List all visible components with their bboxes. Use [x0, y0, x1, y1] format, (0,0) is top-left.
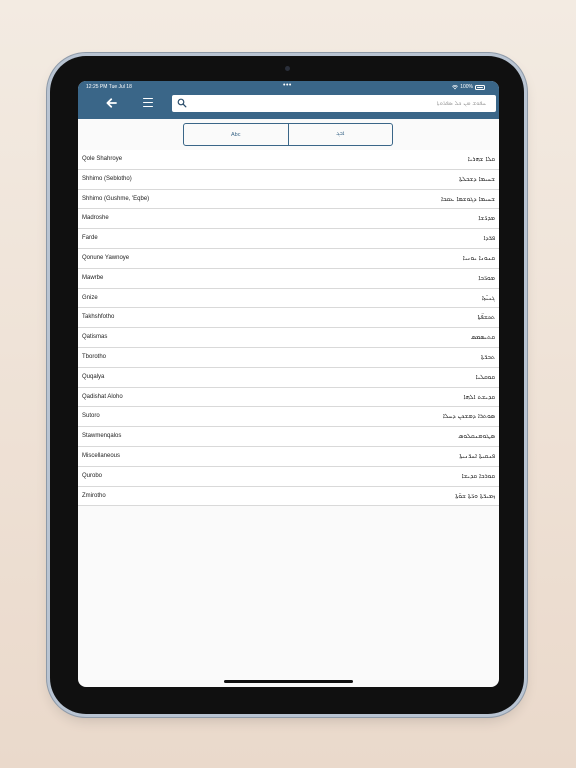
- segment-latin[interactable]: Abc: [184, 124, 288, 145]
- alphabet-toggle: Abc ܐܒܓ: [183, 123, 393, 146]
- list-item-syriac-label: ܩܘܪܒܐ ܩܕܝܫܐ: [461, 471, 495, 480]
- list-item-syriac-label: ܫܚܝܡܐ ܕܓܘܫܡܐ ܥܩܒܐ: [440, 194, 495, 203]
- list-item-english-label: Madroshe: [82, 215, 109, 222]
- list-item-english-label: Qonune Yawnoye: [82, 254, 130, 261]
- list-item-english-label: Shhimo (Seblotho): [82, 175, 132, 182]
- list-item-syriac-label: ܩܘܩܠܝܐ: [475, 372, 495, 381]
- category-list: Qole Shahroye ܩܠܐ ܫܗܪܝܐ Shhimo (Seblotho) ܫ…: [78, 150, 499, 507]
- wifi-icon: [452, 84, 459, 89]
- arrow-left-icon: [106, 98, 117, 108]
- list-item[interactable]: Qadishat Aloho ܩܕܝܫܬ ܐܠܗܐ: [78, 388, 499, 408]
- list-item-english-label: Miscellaneous: [82, 452, 121, 459]
- list-item-english-label: Tborotho: [82, 353, 107, 360]
- list-item-syriac-label: ܫܚܝܡܐ ܕܫܒܠܬܐ: [459, 174, 495, 183]
- list-item-english-label: Gnize: [82, 294, 98, 301]
- home-indicator[interactable]: [224, 680, 353, 683]
- volume-up-button: [524, 108, 528, 138]
- list-item[interactable]: Qole Shahroye ܩܠܐ ܫܗܪܝܐ: [78, 150, 499, 170]
- list-item[interactable]: Qonune Yawnoye ܩܢܘܢܐ ܝܘܢܝܐ: [78, 249, 499, 269]
- app-screen: 12:25 PM Tue Jul 18 ••• 100% ܚܦܘܫ ܡܢ ܟܠ …: [78, 81, 499, 687]
- list-item-english-label: Stawmenqalos: [82, 433, 122, 440]
- list-item[interactable]: Takhshfotho ܬܟܫܦ̈ܬܐ: [78, 308, 499, 329]
- status-indicators: 100%: [452, 84, 485, 90]
- hamburger-icon-bar: [143, 106, 153, 108]
- camera: [285, 66, 290, 71]
- list-item[interactable]: Qatismas ܩܬܝܣܡܣ: [78, 328, 499, 348]
- list-item[interactable]: Sutoro ܣܘܬܪܐ ܕܡܫܟܢ ܕܚܠܐ: [78, 407, 499, 428]
- list-item-english-label: Zmirotho: [82, 492, 106, 499]
- list-item-english-label: Qurobo: [82, 472, 103, 479]
- list-item[interactable]: Zmirotho ܙܡܝܪ̈ܬܐ ܘܪ̈ܬܐ ܫܘ̈ܬܐ: [78, 487, 499, 507]
- battery-percentage: 100%: [460, 84, 473, 90]
- list-item-english-label: Takhshfotho: [82, 314, 115, 321]
- list-item[interactable]: Farde ܦܪ̈ܕܐ: [78, 229, 499, 249]
- list-item-syriac-label: ܡܘܪ̈ܒܐ: [478, 273, 495, 282]
- list-item-syriac-label: ܦܪ̈ܕܐ: [483, 234, 495, 243]
- list-item-syriac-label: ܡܕܪ̈ܫܐ: [478, 214, 495, 223]
- list-item-english-label: Shhimo (Gushme, 'Eqbe): [82, 195, 150, 202]
- list-item-english-label: Sutoro: [82, 413, 100, 420]
- status-bar: 12:25 PM Tue Jul 18 ••• 100%: [78, 81, 499, 92]
- status-time: 12:25 PM Tue Jul 18: [86, 84, 132, 90]
- list-item[interactable]: Gnize ܓܢܝ̈ܙܐ: [78, 289, 499, 309]
- list-item[interactable]: Quqalya ܩܘܩܠܝܐ: [78, 368, 499, 388]
- list-item-english-label: Quqalya: [82, 373, 105, 380]
- search-input[interactable]: [190, 95, 486, 112]
- list-item[interactable]: Madroshe ܡܕܪ̈ܫܐ: [78, 209, 499, 230]
- list-item-english-label: Qatismas: [82, 334, 108, 341]
- list-item[interactable]: Qurobo ܩܘܪܒܐ ܩܕܝܫܐ: [78, 467, 499, 487]
- list-item-syriac-label: ܙܡܝܪ̈ܬܐ ܘܪ̈ܬܐ ܫܘ̈ܬܐ: [455, 491, 495, 500]
- list-item[interactable]: Mawrbe ܡܘܪ̈ܒܐ: [78, 269, 499, 289]
- list-item-syriac-label: ܩܢܘܢܐ ܝܘܢܝܐ: [462, 253, 495, 262]
- volume-down-button: [524, 144, 528, 174]
- list-item[interactable]: Tborotho ܬܒܪ̈ܬܐ: [78, 348, 499, 368]
- list-item[interactable]: Miscellaneous ܦܢܩܝܬܐ ܐܚܪ̈ܢܝܬܐ: [78, 447, 499, 467]
- multitasking-dots[interactable]: •••: [283, 82, 292, 89]
- list-item-syriac-label: ܩܠܐ ܫܗܪܝܐ: [467, 155, 495, 163]
- list-item[interactable]: Shhimo (Gushme, 'Eqbe) ܫܚܝܡܐ ܕܓܘܫܡܐ ܥܩܒܐ: [78, 190, 499, 210]
- list-item-english-label: Farde: [82, 235, 98, 242]
- segment-syriac[interactable]: ܐܒܓ: [287, 124, 393, 145]
- menu-button[interactable]: [142, 97, 156, 109]
- navigation-header: 12:25 PM Tue Jul 18 ••• 100%: [78, 81, 499, 119]
- list-item-syriac-label: ܬܟܫܦ̈ܬܐ: [477, 313, 495, 322]
- list-item-syriac-label: ܩܬܝܣܡܣ: [470, 333, 495, 342]
- list-item-syriac-label: ܓܢܝ̈ܙܐ: [481, 293, 495, 302]
- list-item[interactable]: Stawmenqalos ܣܛܘܡܢܩܠܘܣ: [78, 427, 499, 447]
- list-item-syriac-label: ܬܒܪ̈ܬܐ: [481, 352, 495, 361]
- battery-icon: [475, 84, 485, 90]
- hamburger-icon: [143, 98, 153, 100]
- search-icon: [177, 98, 187, 108]
- list-item-syriac-label: ܣܛܘܡܢܩܠܘܣ: [458, 432, 495, 441]
- search-box[interactable]: [172, 95, 496, 112]
- back-button[interactable]: [104, 96, 118, 110]
- list-item[interactable]: Shhimo (Seblotho) ܫܚܝܡܐ ܕܫܒܠܬܐ: [78, 170, 499, 190]
- hamburger-icon-bar: [143, 102, 153, 104]
- list-item-syriac-label: ܦܢܩܝܬܐ ܐܚܪ̈ܢܝܬܐ: [459, 451, 495, 460]
- list-item-english-label: Mawrbe: [82, 274, 104, 281]
- list-item-english-label: Qole Shahroye: [82, 156, 123, 162]
- list-item-syriac-label: ܩܕܝܫܬ ܐܠܗܐ: [463, 392, 495, 401]
- list-item-syriac-label: ܣܘܬܪܐ ܕܡܫܟܢ ܕܚܠܐ: [442, 412, 495, 421]
- list-item-english-label: Qadishat Aloho: [82, 393, 123, 400]
